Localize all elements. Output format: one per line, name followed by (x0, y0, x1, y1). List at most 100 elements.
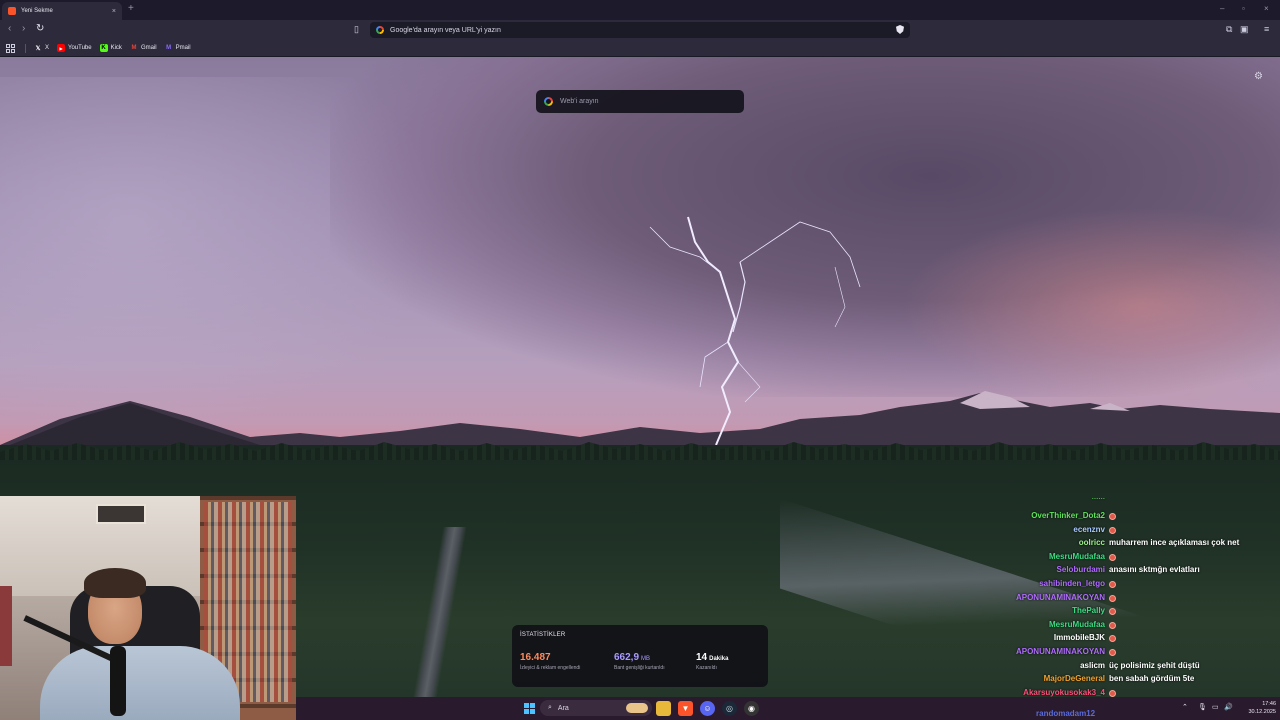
chat-message: OverThinker_Dota2 (960, 511, 1280, 524)
bookmark-pmail[interactable]: M Pmail (165, 44, 191, 52)
chat-emote-icon (1109, 635, 1116, 643)
bookmark-page-icon[interactable]: ▯ (354, 24, 359, 35)
bookmark-label: YouTube (68, 45, 92, 51)
stat-bandwidth-saved: 662,9 MB Bant genişliği kurtarıldı (614, 652, 678, 671)
chat-username: MesruMudafaa (1048, 551, 1105, 561)
chat-emote-icon (1109, 553, 1116, 561)
stat-value: 14 (696, 652, 708, 663)
taskbar-search[interactable]: ⌕ Ara (540, 700, 652, 716)
google-icon (544, 97, 553, 106)
kick-icon: K (99, 44, 108, 52)
sidebar-icon[interactable]: ▣ (1240, 24, 1249, 35)
extensions-icon[interactable]: ⧉ (1226, 24, 1232, 35)
chat-emote-icon (1109, 513, 1116, 520)
chat-emote-icon (1109, 594, 1116, 602)
webcam-microphone (110, 646, 126, 716)
chat-username: ...... (1092, 498, 1105, 501)
bookmarks-bar: 𝕏 X ▶ YouTube K Kick M Gmail M Pmail (0, 40, 1280, 57)
chat-username: Akarsuyokusokak3_4 (1023, 687, 1105, 697)
webcam-feed (0, 496, 296, 720)
chat-username: APONUNAMINAKOYAN (1015, 647, 1105, 656)
tab-title: Yeni Sekme (21, 8, 53, 14)
chat-username: ImmobileBJK (1053, 633, 1105, 643)
chat-username: APONUNAMINAKOYAN (1015, 592, 1105, 602)
address-bar[interactable]: Google'da arayın veya URL'yi yazın (370, 22, 910, 38)
tab-new-tab[interactable]: Yeni Sekme × (2, 2, 122, 20)
tray-overflow-chevron-icon[interactable]: ⌃ (1182, 703, 1188, 711)
taskbar-clock[interactable]: 17:46 30.12.2025 (1238, 700, 1276, 716)
gmail-icon: M (131, 45, 137, 51)
clock-time: 17:46 (1262, 701, 1276, 707)
pmail-icon: M (166, 45, 172, 51)
google-icon (376, 26, 384, 34)
web-search-placeholder: Web'i arayın (560, 98, 599, 105)
network-icon[interactable]: ▭ (1212, 703, 1219, 711)
stat-label: Kazanıldı (696, 665, 717, 671)
web-search-box[interactable]: Web'i arayın (536, 90, 744, 113)
webcam-wall-picture (96, 504, 146, 524)
file-explorer-icon[interactable] (656, 701, 671, 716)
chat-emote-icon (1109, 608, 1116, 616)
chat-message: APONUNAMINAKOYAN (960, 647, 1280, 660)
chat-message-text: muharrem ince açıklaması çok net (1109, 538, 1240, 548)
bookmark-youtube[interactable]: ▶ YouTube (57, 44, 92, 52)
customize-gear-icon[interactable]: ⚙ (1254, 71, 1263, 82)
steam-icon[interactable]: ◎ (722, 701, 737, 716)
chat-message-text: anasını sktmğn evlatları (1109, 565, 1200, 575)
chat-emote-icon (1109, 689, 1116, 697)
chat-message-text: üç polisimiz şehit düştü (1109, 660, 1200, 670)
bookmark-gmail[interactable]: M Gmail (130, 44, 157, 52)
clock-date: 30.12.2025 (1248, 709, 1276, 715)
address-bar-placeholder: Google'da arayın veya URL'yi yazın (390, 26, 501, 34)
menu-icon[interactable]: ≡ (1264, 24, 1269, 34)
bookmark-label: X (45, 45, 50, 51)
chat-username: OverThinker_Dota2 (1031, 511, 1105, 520)
chat-message: MajorDeGeneral ben sabah gördüm 5te (960, 674, 1280, 687)
microphone-icon[interactable]: 🎙 (1198, 703, 1207, 711)
apps-grid-icon[interactable] (6, 43, 15, 53)
bookmark-label: Gmail (140, 45, 157, 51)
tab-strip: Yeni Sekme × + – ▫ × (0, 0, 1280, 20)
chat-message-text: ben sabah gördüm 5te (1109, 674, 1195, 684)
chat-username: MajorDeGeneral (1043, 674, 1105, 684)
start-windows-icon[interactable] (522, 701, 537, 716)
stat-time-saved: 14 Dakika Kazanıldı (696, 652, 760, 671)
chat-message: oolricc muharrem ince açıklaması çok net (960, 538, 1280, 551)
minimize-icon[interactable]: – (1220, 4, 1224, 13)
close-tab-icon[interactable]: × (112, 8, 116, 15)
chat-username: sahibinden_letgo (1039, 579, 1105, 588)
chat-emote-icon (1109, 649, 1116, 656)
wallpaper-road (380, 527, 500, 697)
forward-icon[interactable]: › (22, 23, 25, 35)
obs-icon[interactable]: ◉ (744, 701, 759, 716)
chat-message: MesruMudafaa (960, 620, 1280, 633)
back-icon[interactable]: ‹ (8, 23, 11, 35)
stats-heading: İSTATİSTİKLER (520, 632, 566, 638)
discord-icon[interactable]: ☺ (700, 701, 715, 716)
taskbar-search-label: Ara (557, 704, 569, 712)
maximize-icon[interactable]: ▫ (1242, 4, 1245, 13)
chat-message: APONUNAMINAKOYAN (960, 593, 1280, 606)
reload-icon[interactable]: ↻ (36, 23, 44, 35)
bookmark-kick[interactable]: K Kick (99, 44, 122, 52)
stats-widget: İSTATİSTİKLER 16.487 İzleyici & reklam e… (512, 625, 768, 687)
x-icon: 𝕏 (35, 45, 41, 52)
chat-emote-icon (1109, 526, 1116, 534)
chat-username: MesruMudafaa (1048, 619, 1105, 629)
chat-username: ThePally (1072, 606, 1105, 616)
chat-message: ImmobileBJK (960, 633, 1280, 646)
webcam-person-hair (84, 568, 146, 598)
bookmark-label: Kick (110, 45, 122, 51)
volume-icon[interactable]: 🔊 (1224, 703, 1233, 711)
chat-emote-icon (1109, 581, 1116, 588)
stat-label: Bant genişliği kurtarıldı (614, 665, 665, 671)
bookmark-x[interactable]: 𝕏 X (34, 44, 49, 52)
chat-emote-icon (1109, 621, 1116, 629)
new-tab-button[interactable]: + (128, 4, 134, 14)
window-close-icon[interactable]: × (1264, 4, 1269, 13)
chat-message: ThePally (960, 606, 1280, 619)
brave-browser-icon[interactable]: ▼ (678, 701, 693, 716)
chat-username: aslicm (1080, 660, 1105, 670)
bookmark-label: Pmail (175, 45, 191, 51)
chat-message: sahibinden_letgo (960, 579, 1280, 592)
